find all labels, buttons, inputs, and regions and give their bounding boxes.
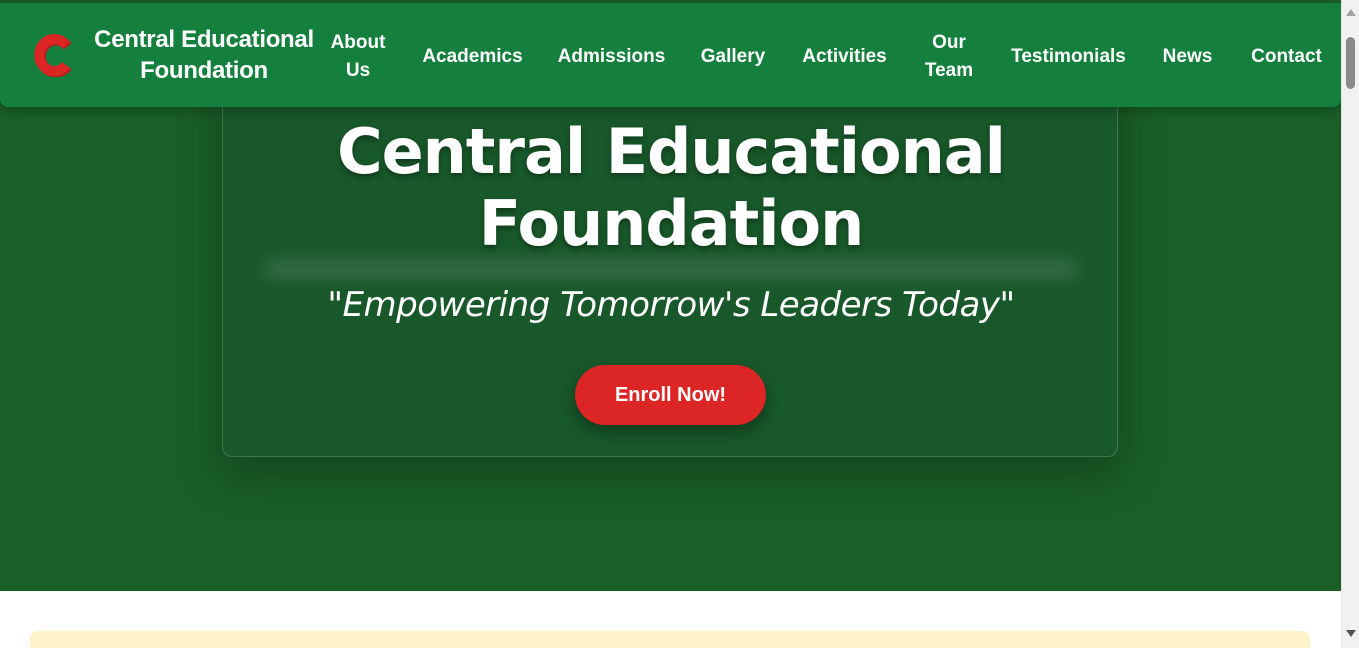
nav-item-testimonials[interactable]: Testimonials [1009, 43, 1128, 71]
nav-item-news[interactable]: News [1159, 43, 1216, 71]
nav-item-team-line-1: Our [932, 32, 966, 53]
nav-item-gallery[interactable]: Gallery [698, 43, 768, 71]
brand-line-1: Central Educational [94, 26, 314, 53]
page: Central Educational Foundation "Empoweri… [0, 0, 1341, 648]
nav-item-our-team[interactable]: Our Team [918, 29, 980, 85]
c-logo-icon[interactable] [33, 33, 73, 78]
brand-line-2: Foundation [140, 57, 268, 84]
nav-item-about-us[interactable]: About Us [326, 29, 390, 85]
scroll-down-arrow-icon[interactable] [1346, 630, 1356, 637]
hero-title-line-2: Foundation [478, 187, 865, 260]
nav-item-about-line-2: Us [345, 60, 371, 81]
nav-item-activities[interactable]: Activities [800, 43, 889, 71]
nav-item-admissions[interactable]: Admissions [557, 43, 666, 71]
hero-title-line-1: Central Educational [337, 115, 1006, 188]
hero-title-glow [263, 259, 1079, 279]
nav-item-about-line-1: About [330, 32, 386, 53]
enroll-now-button[interactable]: Enroll Now! [575, 365, 766, 425]
notice-banner [30, 631, 1310, 648]
vertical-scrollbar[interactable] [1341, 0, 1359, 648]
brand-name[interactable]: Central Educational Foundation [86, 24, 322, 86]
navbar: Central Educational Foundation About Us … [0, 3, 1341, 107]
scroll-thumb[interactable] [1346, 37, 1355, 89]
nav-item-academics[interactable]: Academics [420, 43, 525, 71]
scroll-up-arrow-icon[interactable] [1346, 9, 1356, 16]
hero-title: Central Educational Foundation [223, 116, 1119, 260]
hero-tagline: "Empowering Tomorrow's Leaders Today" [327, 285, 1015, 325]
nav-item-contact[interactable]: Contact [1248, 43, 1325, 71]
nav-item-team-line-2: Team [924, 60, 974, 81]
hero-card: Central Educational Foundation "Empoweri… [222, 60, 1118, 457]
